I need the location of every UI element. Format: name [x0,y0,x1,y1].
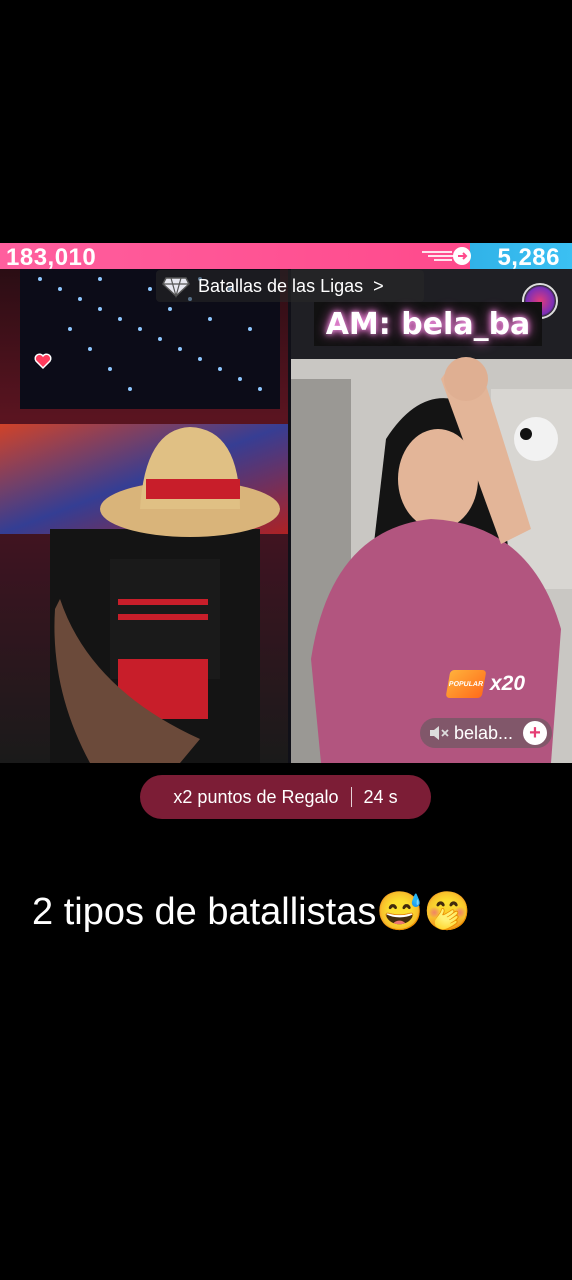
multiplier-label: x20 [490,672,526,695]
right-score: 5,286 [497,244,560,271]
neon-name-sign: AM: bela_ba [314,302,542,346]
chevron-right-icon: > [373,275,384,296]
speaker-muted-icon[interactable] [428,724,450,742]
video-caption: 2 tipos de batallistas😅🤭 [32,891,471,933]
left-video-scene [0,269,288,763]
diamond-trophy-icon [162,277,190,298]
left-score: 183,010 [6,244,97,271]
follow-button[interactable]: + [523,721,547,745]
battle-score-bar: 183,010 5,286 [0,243,572,271]
gift-points-bonus: x2 puntos de Regalo 24 s [140,775,431,819]
bonus-timer: 24 s [363,786,398,807]
bonus-separator [350,787,352,807]
popular-badge: POPULAR [445,670,487,698]
heart-icon [34,353,52,370]
right-score-track: 5,286 [470,243,572,271]
streak-arrow-icon [422,247,471,265]
bonus-label: x2 puntos de Regalo [173,786,339,807]
left-streamer-video[interactable] [0,269,288,763]
popular-multiplier: POPULAR x20 [445,670,526,698]
league-label: Batallas de las Ligas [198,275,364,296]
left-score-track: 183,010 [0,243,470,271]
league-battle-link[interactable]: Batallas de las Ligas > [156,270,424,302]
right-host-name: belab... [454,722,514,743]
